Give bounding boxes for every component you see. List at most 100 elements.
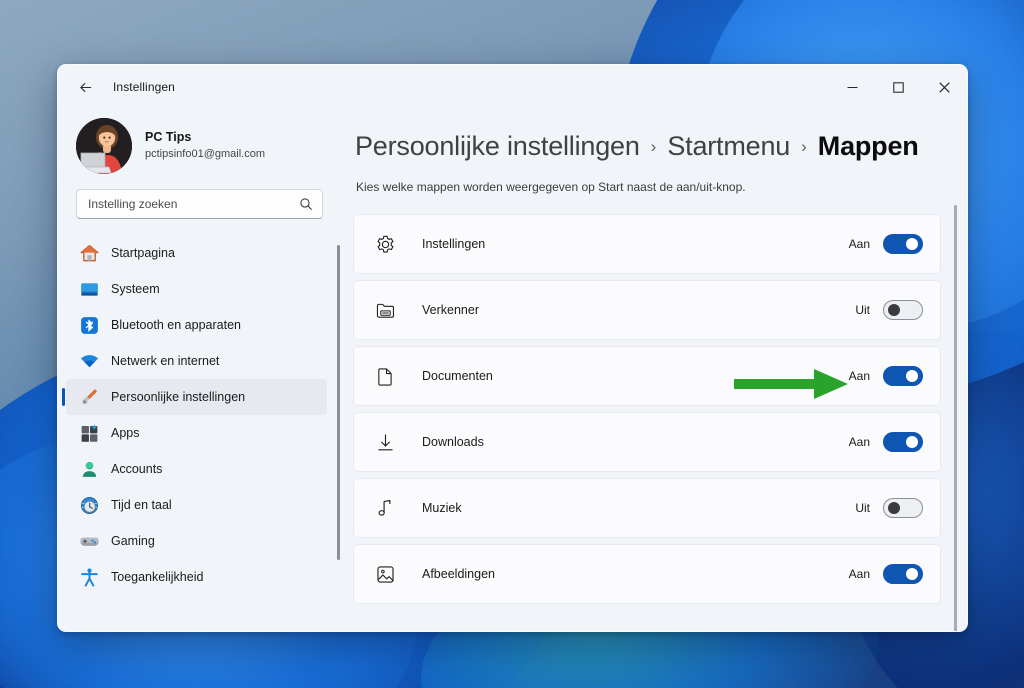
content-scrollbar[interactable] [954,205,957,631]
sidebar-item-accounts[interactable]: Accounts [66,451,327,487]
window-body: PC Tips pctipsinfo01@gmail.com Instellin… [58,109,967,631]
home-icon [78,242,100,264]
avatar [76,118,132,174]
gear-icon [374,233,396,255]
wifi-icon [78,350,100,372]
toggle-switch[interactable] [883,498,923,518]
setting-label: Verkenner [422,303,479,317]
download-icon [375,432,396,453]
music-icon [375,498,396,519]
sidebar-item-toegankelijkheid[interactable]: Toegankelijkheid [66,559,327,595]
title-bar: Instellingen [58,65,967,109]
search-icon [300,198,312,210]
sidebar-item-netwerk-en-internet[interactable]: Netwerk en internet [66,343,327,379]
bluetooth-icon [79,315,100,336]
sidebar-scrollbar[interactable] [337,245,340,560]
toggle-switch[interactable] [883,234,923,254]
monitor-icon [78,278,100,300]
toggle-knob [906,238,918,250]
sidebar-item-label: Apps [111,426,140,440]
breadcrumb-current: Mappen [817,131,919,161]
setting-row: Verkenner Uit [353,280,941,340]
sidebar-item-label: Toegankelijkheid [111,570,204,584]
accessibility-icon [79,567,100,588]
toggle-switch[interactable] [883,300,923,320]
paintbrush-icon [79,387,100,408]
setting-row: Instellingen Aan [353,214,941,274]
sidebar: PC Tips pctipsinfo01@gmail.com Instellin… [58,109,341,631]
account-text: PC Tips pctipsinfo01@gmail.com [145,130,265,161]
sidebar-item-label: Tijd en taal [111,498,172,512]
account-name: PC Tips [145,130,192,145]
back-button[interactable] [69,72,101,102]
maximize-icon [892,81,904,93]
breadcrumb-link[interactable]: Persoonlijke instellingen [355,131,640,162]
toggle-state-label: Aan [848,369,870,383]
sidebar-nav: Startpagina Systeem Bluetooth en apparaten… [58,235,341,631]
toggle-state-label: Aan [848,237,870,251]
back-arrow-icon [79,82,91,92]
picture-icon [374,563,396,585]
close-button[interactable] [921,65,967,109]
person-icon [78,458,100,480]
gamepad-icon [79,531,100,552]
sidebar-item-label: Persoonlijke instellingen [111,390,246,404]
account-email: pctipsinfo01@gmail.com [145,147,265,160]
picture-icon [375,564,396,585]
toggle-switch[interactable] [883,366,923,386]
setting-label: Downloads [422,435,484,449]
breadcrumb: Persoonlijke instellingen › Startmenu › Mapp… [353,131,941,162]
account-block[interactable]: PC Tips pctipsinfo01@gmail.com [58,109,341,177]
avatar-illustration-icon [76,118,132,174]
setting-row: Afbeeldingen Aan [353,544,941,604]
document-icon [375,366,396,387]
monitor-icon [79,279,100,300]
clock-globe-icon [79,495,100,516]
search-box[interactable] [76,189,323,219]
apps-icon [79,423,100,444]
search-input[interactable] [86,196,299,212]
apps-icon [78,422,100,444]
sidebar-item-apps[interactable]: Apps [66,415,327,451]
toggle-knob [906,370,918,382]
toggle-switch[interactable] [883,432,923,452]
download-icon [374,431,396,453]
folder-settings-list: Instellingen Aan Verkenner Uit Documenten Aan… [353,214,941,604]
accessibility-icon [78,566,100,588]
page-subtitle: Kies welke mappen worden weergegeven op … [356,180,746,194]
person-icon [79,459,100,480]
sidebar-item-label: Startpagina [111,246,175,260]
home-icon [79,243,100,264]
minimize-button[interactable] [829,65,875,109]
toggle-switch[interactable] [883,564,923,584]
content-area: Persoonlijke instellingen › Startmenu › Mapp… [341,109,967,631]
setting-label: Afbeeldingen [422,567,495,581]
sidebar-item-label: Gaming [111,534,155,548]
sidebar-item-label: Accounts [111,462,163,476]
gamepad-icon [78,530,100,552]
window-title: Instellingen [113,80,175,94]
sidebar-item-gaming[interactable]: Gaming [66,523,327,559]
toggle-knob [906,568,918,580]
document-icon [374,365,396,387]
folder-icon [374,299,396,321]
window-controls [829,65,967,109]
breadcrumb-separator: › [801,137,807,156]
setting-row: Muziek Uit [353,478,941,538]
sidebar-item-systeem[interactable]: Systeem [66,271,327,307]
maximize-button[interactable] [875,65,921,109]
sidebar-item-bluetooth-en-apparaten[interactable]: Bluetooth en apparaten [66,307,327,343]
settings-window: Instellingen PC Tips pctipsinfo01@gmail.… [57,64,968,632]
clock-globe-icon [78,494,100,516]
wifi-icon [79,351,100,372]
sidebar-item-persoonlijke-instellingen[interactable]: Persoonlijke instellingen [62,379,327,415]
toggle-knob [888,502,900,514]
music-icon [374,497,396,519]
sidebar-item-tijd-en-taal[interactable]: Tijd en taal [66,487,327,523]
toggle-state-label: Uit [855,303,870,317]
sidebar-item-label: Netwerk en internet [111,354,220,368]
breadcrumb-link[interactable]: Startmenu [667,131,790,162]
sidebar-item-startpagina[interactable]: Startpagina [66,235,327,271]
breadcrumb-separator: › [650,137,657,156]
setting-row: Documenten Aan [353,346,941,406]
